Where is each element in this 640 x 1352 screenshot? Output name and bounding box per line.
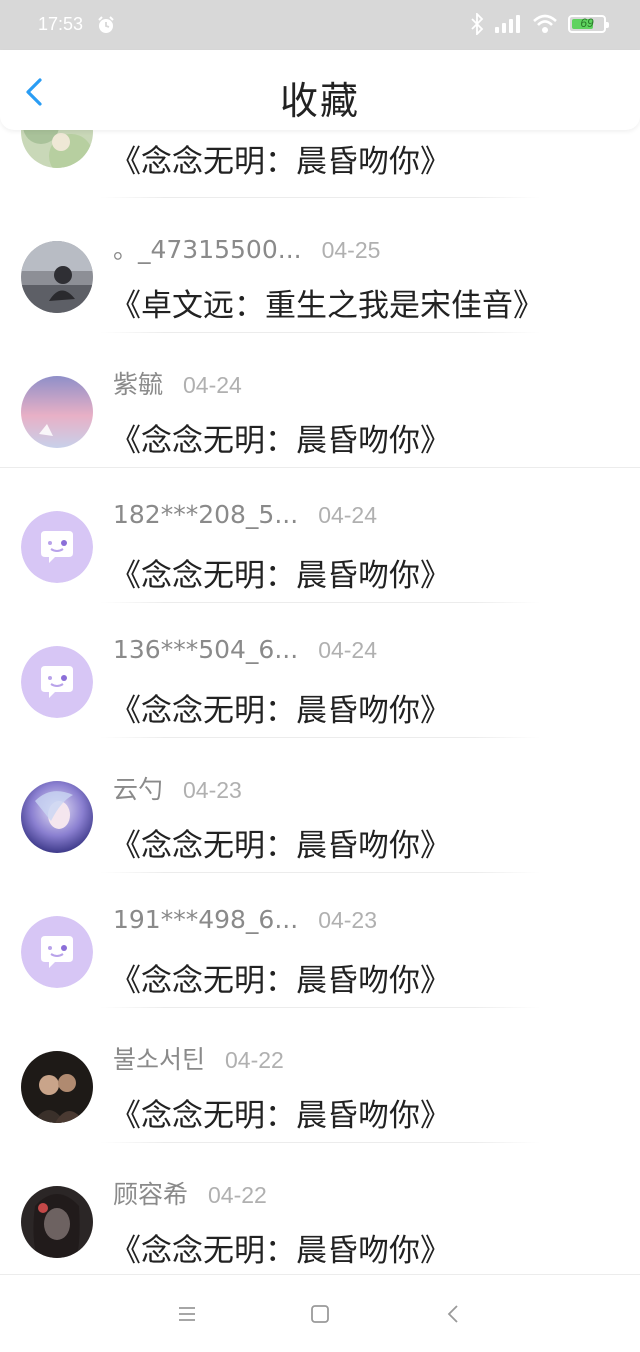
book-title: 《念念无明：晨昏吻你》	[110, 558, 451, 594]
signal-icon	[495, 15, 520, 33]
user-name: 顾容希	[113, 1180, 189, 1209]
item-date: 04-24	[318, 637, 378, 663]
default-avatar-icon	[21, 511, 93, 583]
item-date: 04-22	[208, 1182, 267, 1208]
favorites-list: 《念念无明：晨昏吻你》 。_47315500... 04-25 《卓文远：重生之…	[0, 96, 640, 1278]
status-time: 17:53	[38, 14, 84, 34]
book-title: 《念念无明：晨昏吻你》	[110, 423, 451, 459]
default-avatar-icon	[21, 646, 93, 718]
list-item[interactable]: 불소서틴 04-22 《念念无明：晨昏吻你》	[0, 1008, 640, 1143]
list-item[interactable]: 《念念无明：晨昏吻你》	[0, 96, 640, 198]
list-item[interactable]: 182***208_5... 04-24 《念念无明：晨昏吻你》	[0, 468, 640, 603]
avatar[interactable]	[21, 1051, 93, 1123]
book-title: 《念念无明：晨昏吻你》	[110, 828, 451, 864]
book-title: 《念念无明：晨昏吻你》	[110, 1098, 451, 1134]
book-title: 《念念无明：晨昏吻你》	[110, 144, 451, 180]
bluetooth-icon	[471, 13, 484, 35]
battery-level: 69	[580, 16, 594, 30]
status-icons: 69	[470, 13, 609, 35]
avatar[interactable]	[21, 1186, 93, 1258]
page-title: 收藏	[279, 79, 360, 123]
book-title: 《念念无明：晨昏吻你》	[110, 693, 451, 729]
user-name: 136***504_6...	[113, 635, 299, 664]
back-icon[interactable]	[443, 1303, 465, 1325]
avatar[interactable]	[21, 241, 93, 313]
item-date: 04-23	[183, 777, 242, 803]
item-date: 04-22	[225, 1047, 284, 1073]
default-avatar-icon	[21, 916, 93, 988]
list-item[interactable]: 191***498_6... 04-23 《念念无明：晨昏吻你》	[0, 873, 640, 1008]
avatar[interactable]	[21, 646, 93, 718]
user-name: 紫毓	[113, 370, 164, 399]
user-name: 불소서틴	[113, 1045, 206, 1074]
menu-icon[interactable]	[176, 1303, 198, 1325]
alarm-icon	[98, 16, 114, 33]
book-title: 《念念无明：晨昏吻你》	[110, 963, 451, 999]
list-item[interactable]: 紫毓 04-24 《念念无明：晨昏吻你》	[0, 333, 640, 468]
header: 收藏	[0, 50, 640, 130]
list-item[interactable]: 云勺 04-23 《念念无明：晨昏吻你》	[0, 738, 640, 873]
user-name: 182***208_5...	[113, 500, 299, 529]
wifi-icon	[533, 14, 557, 33]
list-item[interactable]: 136***504_6... 04-24 《念念无明：晨昏吻你》	[0, 603, 640, 738]
item-date: 04-24	[318, 502, 378, 528]
battery-icon: 69	[568, 15, 609, 33]
avatar[interactable]	[21, 916, 93, 988]
list-item[interactable]: 。_47315500... 04-25 《卓文远：重生之我是宋佳音》	[0, 198, 640, 333]
list-item[interactable]: 顾容希 04-22 《念念无明：晨昏吻你》	[0, 1143, 640, 1278]
avatar[interactable]	[21, 511, 93, 583]
avatar[interactable]	[21, 376, 93, 448]
book-title: 《念念无明：晨昏吻你》	[110, 1233, 451, 1269]
book-title: 《卓文远：重生之我是宋佳音》	[110, 288, 544, 324]
item-date: 04-23	[318, 907, 378, 933]
system-nav-bar	[0, 1274, 640, 1352]
item-date: 04-24	[183, 372, 242, 398]
user-name: 云勺	[113, 775, 164, 804]
user-name: 191***498_6...	[113, 905, 299, 934]
avatar[interactable]	[21, 781, 93, 853]
user-name: 。_47315500...	[113, 235, 302, 264]
item-date: 04-25	[321, 237, 381, 263]
home-icon[interactable]	[309, 1303, 331, 1325]
status-bar: 17:53 69	[0, 0, 640, 50]
